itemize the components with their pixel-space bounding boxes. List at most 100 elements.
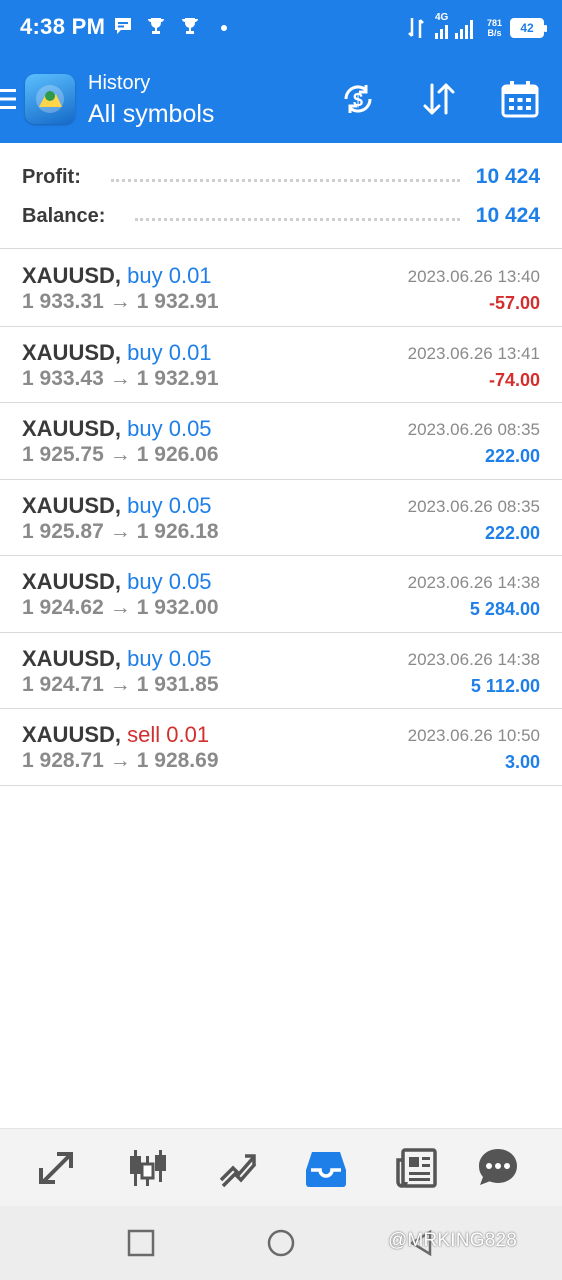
close-price: 1 926.06	[136, 443, 219, 466]
deal-symbol: XAUUSD,	[22, 645, 122, 671]
nav-news[interactable]	[391, 1143, 441, 1193]
net-speed: 781 B/s	[487, 18, 502, 38]
nav-chat[interactable]	[473, 1143, 523, 1193]
dotted-leader	[110, 178, 460, 182]
calendar-button[interactable]	[499, 78, 541, 120]
chat-notification-icon	[115, 18, 131, 34]
network-type: 4G	[434, 12, 449, 23]
deal-title: XAUUSD, buy 0.01	[22, 340, 212, 366]
net-speed-unit: B/s	[487, 28, 502, 38]
close-price: 1 932.00	[136, 596, 219, 619]
nav-chart[interactable]	[122, 1143, 172, 1193]
news-icon	[396, 1148, 437, 1188]
status-bar: 4:38 PM 4G 781 B/s 42	[0, 0, 562, 56]
summary-panel: Profit: 10 424 Balance: 10 424	[0, 143, 562, 249]
system-nav: @MRKING828	[0, 1206, 562, 1280]
currency-exchange-button[interactable]: $	[337, 78, 379, 120]
trade-icon	[219, 1154, 257, 1188]
deal-title: XAUUSD, buy 0.01	[22, 263, 212, 289]
deal-time: 2023.06.26 08:35	[407, 420, 540, 439]
recents-square-icon[interactable]	[126, 1228, 156, 1258]
deal-profit: -57.00	[488, 293, 540, 313]
quotes-arrows-icon	[39, 1152, 73, 1184]
deal-prices: 1 925.87 → 1 926.18	[22, 520, 219, 544]
watermark: @MRKING828	[388, 1230, 517, 1251]
balance-value: 10 424	[475, 204, 540, 227]
list-item[interactable]: XAUUSD, buy 0.01 1 933.31 → 1 932.91 2023.…	[0, 250, 562, 327]
deal-time: 2023.06.26 13:41	[407, 343, 540, 363]
screen-title[interactable]: All symbols	[88, 100, 214, 129]
deal-side: buy 0.05	[127, 492, 212, 518]
deal-symbol: XAUUSD,	[22, 263, 122, 288]
close-price: 1 932.91	[136, 366, 219, 390]
arrow-right-icon: →	[109, 366, 131, 390]
deal-title: XAUUSD, buy 0.05	[22, 493, 212, 519]
deal-time: 2023.06.26 10:50	[407, 726, 540, 745]
deal-profit: 3.00	[504, 752, 540, 772]
arrow-right-icon: →	[109, 672, 131, 696]
deal-side: buy 0.05	[127, 569, 212, 594]
deal-prices: 1 924.71 → 1 931.85	[22, 673, 219, 697]
vibrate-icon	[408, 18, 424, 38]
deal-title: XAUUSD, sell 0.01	[22, 722, 209, 748]
deals-list: XAUUSD, buy 0.01 1 933.31 → 1 932.91 2023.…	[0, 250, 562, 786]
currency-exchange-icon: $	[344, 85, 372, 113]
history-inbox-icon	[306, 1152, 346, 1187]
close-price: 1 928.69	[136, 749, 219, 772]
list-item[interactable]: XAUUSD, sell 0.01 1 928.71 → 1 928.69 2023…	[0, 709, 562, 786]
sort-button[interactable]	[418, 78, 460, 120]
metatrader-logo-icon	[36, 85, 64, 113]
svg-text:$: $	[353, 90, 363, 110]
calendar-icon	[501, 81, 539, 118]
deal-prices: 1 933.31 → 1 932.91	[22, 290, 219, 314]
profit-label: Profit:	[22, 165, 81, 188]
open-price: 1 925.87	[22, 519, 104, 543]
home-circle-icon[interactable]	[266, 1228, 296, 1258]
list-item[interactable]: XAUUSD, buy 0.05 1 925.87 → 1 926.18 2023.…	[0, 480, 562, 556]
deal-side: buy 0.01	[127, 263, 212, 288]
deal-profit: 222.00	[484, 522, 540, 543]
chart-candles-icon	[130, 1150, 166, 1186]
deal-side: buy 0.05	[127, 416, 212, 441]
deal-profit: 5 284.00	[469, 599, 540, 619]
deal-prices: 1 924.62 → 1 932.00	[22, 596, 219, 620]
menu-icon[interactable]	[0, 88, 16, 110]
balance-row: Balance: 10 424	[22, 201, 540, 231]
nav-trade[interactable]	[212, 1143, 262, 1193]
signal-group: 4G	[433, 12, 479, 41]
deal-symbol: XAUUSD,	[22, 416, 122, 441]
deal-profit: 5 112.00	[470, 675, 540, 696]
open-price: 1 924.62	[22, 596, 104, 619]
deal-side: buy 0.01	[127, 339, 212, 365]
deal-time: 2023.06.26 08:35	[407, 496, 540, 516]
nav-quotes[interactable]	[32, 1143, 82, 1193]
deal-title: XAUUSD, buy 0.05	[22, 569, 212, 595]
open-price: 1 928.71	[22, 749, 104, 772]
header: 4:38 PM 4G 781 B/s 42 History All symbol…	[0, 0, 562, 143]
deal-prices: 1 928.71 → 1 928.69	[22, 749, 219, 773]
arrow-right-icon: →	[109, 290, 131, 313]
list-item[interactable]: XAUUSD, buy 0.05 1 925.75 → 1 926.06 2023.…	[0, 403, 562, 480]
battery-level: 42	[512, 20, 542, 36]
list-item[interactable]: XAUUSD, buy 0.01 1 933.43 → 1 932.91 2023.…	[0, 327, 562, 403]
arrow-right-icon: →	[109, 596, 131, 619]
arrow-right-icon: →	[109, 749, 131, 772]
balance-label: Balance:	[22, 204, 106, 227]
trophy-icon	[148, 18, 164, 34]
screen-subtitle: History	[88, 72, 151, 94]
deal-time: 2023.06.26 14:38	[407, 573, 540, 592]
chat-icon	[478, 1149, 517, 1185]
app-logo[interactable]	[25, 74, 75, 124]
trophy-icon	[182, 18, 198, 34]
deal-prices: 1 933.43 → 1 932.91	[22, 367, 219, 391]
deal-title: XAUUSD, buy 0.05	[22, 646, 212, 672]
list-item[interactable]: XAUUSD, buy 0.05 1 924.71 → 1 931.85 2023.…	[0, 633, 562, 709]
open-price: 1 933.31	[22, 290, 104, 313]
status-right: 4G 781 B/s 42	[407, 12, 547, 42]
deal-side: sell 0.01	[127, 722, 210, 747]
profit-value: 10 424	[475, 165, 540, 188]
bottom-nav	[0, 1128, 562, 1206]
nav-history[interactable]	[301, 1143, 351, 1193]
list-item[interactable]: XAUUSD, buy 0.05 1 924.62 → 1 932.00 2023.…	[0, 556, 562, 633]
sort-icon	[423, 83, 455, 115]
